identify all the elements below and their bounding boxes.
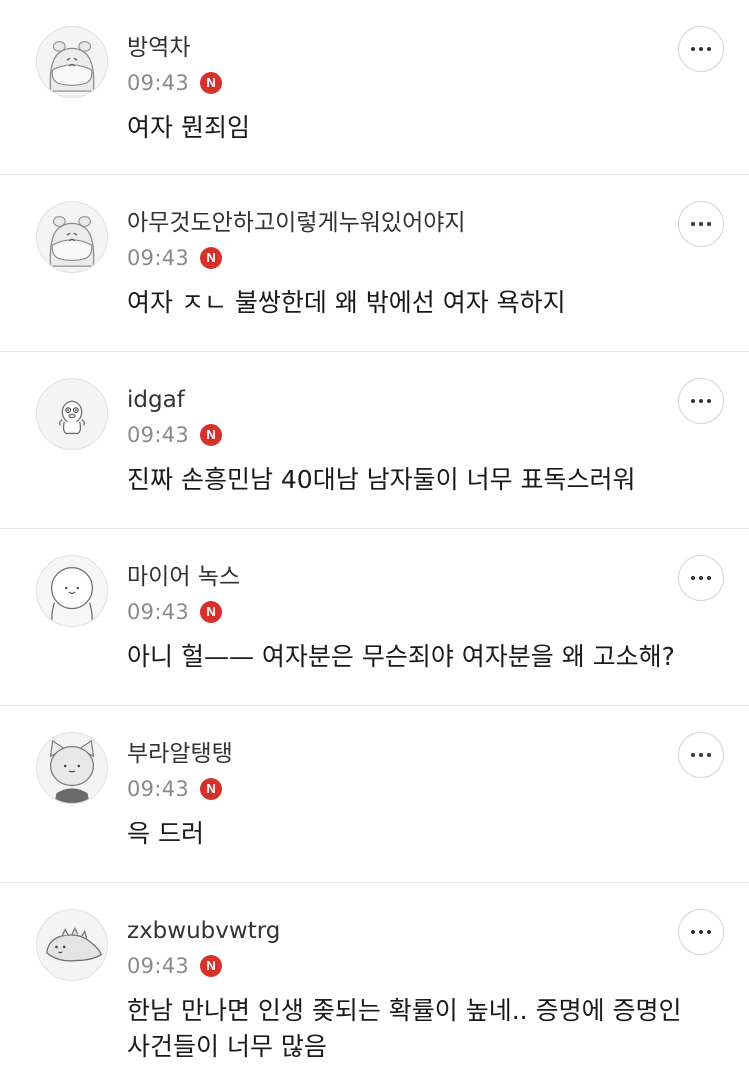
new-badge-icon: N [200,778,223,800]
more-options-button[interactable] [678,732,724,778]
more-options-button[interactable] [678,555,724,601]
duck-avatar-icon[interactable] [36,378,108,450]
comment-time: 09:43 [127,423,190,447]
comment-nickname[interactable]: 부라알탱탱 [127,738,233,770]
more-options-button[interactable] [678,378,724,424]
comment-item: 부라알탱탱 09:43 N 윽 드러 [0,706,749,883]
comment-nickname[interactable]: idgaf [127,384,185,416]
comment-meta: 09:43 N [127,243,223,273]
comment-time: 09:43 [127,71,190,95]
new-badge-icon: N [200,72,223,94]
bear-avatar-icon[interactable] [36,555,108,627]
more-dots-icon [691,222,711,226]
new-badge-icon: N [200,601,223,623]
comment-nickname[interactable]: zxbwubvwtrg [127,915,280,947]
comment-nickname[interactable]: 마이어 녹스 [127,561,240,593]
more-options-button[interactable] [678,26,724,72]
new-badge-icon: N [200,424,223,446]
comment-meta: 09:43 N [127,951,223,981]
comment-item: idgaf 09:43 N 진짜 손흥민남 40대남 남자둘이 너무 표독스러워 [0,352,749,529]
comment-text: 아니 헐—— 여자분은 무슨죄야 여자분을 왜 고소해? [127,642,675,671]
comment-meta: 09:43 N [127,774,223,804]
new-badge-icon: N [200,247,223,269]
dinosaur-avatar-icon[interactable] [36,909,108,981]
cat-avatar-icon[interactable] [36,732,108,804]
comment-item: 아무것도안하고이렇게누워있어야지 09:43 N 여자 ㅈㄴ 불쌍한데 왜 밖에… [0,175,749,352]
hamster-avatar-icon[interactable] [36,201,108,273]
more-options-button[interactable] [678,909,724,955]
more-options-button[interactable] [678,201,724,247]
comment-nickname[interactable]: 아무것도안하고이렇게누워있어야지 [127,207,466,239]
comment-text: 윽 드러 [127,819,204,848]
comment-time: 09:43 [127,246,190,270]
comment-time: 09:43 [127,954,190,978]
comment-item: zxbwubvwtrg 09:43 N 한남 만나면 인생 좆되는 확률이 높네… [0,883,749,1089]
comment-text: 한남 만나면 인생 좆되는 확률이 높네.. 증명에 증명인 사건들이 너무 많… [127,996,682,1061]
more-dots-icon [691,576,711,580]
comment-meta: 09:43 N [127,68,223,98]
comment-text: 여자 뭔죄임 [127,113,250,142]
comment-list: 방역차 09:43 N 여자 뭔죄임 아무것도안하고이렇게누워있어야지 09:4… [0,0,749,1089]
comment-item: 마이어 녹스 09:43 N 아니 헐—— 여자분은 무슨죄야 여자분을 왜 고… [0,529,749,706]
comment-time: 09:43 [127,777,190,801]
comment-meta: 09:43 N [127,597,223,627]
comment-nickname[interactable]: 방역차 [127,32,190,64]
comment-text: 진짜 손흥민남 40대남 남자둘이 너무 표독스러워 [127,465,636,494]
comment-text: 여자 ㅈㄴ 불쌍한데 왜 밖에선 여자 욕하지 [127,288,566,317]
comment-time: 09:43 [127,600,190,624]
new-badge-icon: N [200,955,223,977]
more-dots-icon [691,399,711,403]
more-dots-icon [691,47,711,51]
more-dots-icon [691,930,711,934]
more-dots-icon [691,753,711,757]
comment-meta: 09:43 N [127,420,223,450]
comment-item: 방역차 09:43 N 여자 뭔죄임 [0,0,749,175]
hamster-avatar-icon[interactable] [36,26,108,98]
